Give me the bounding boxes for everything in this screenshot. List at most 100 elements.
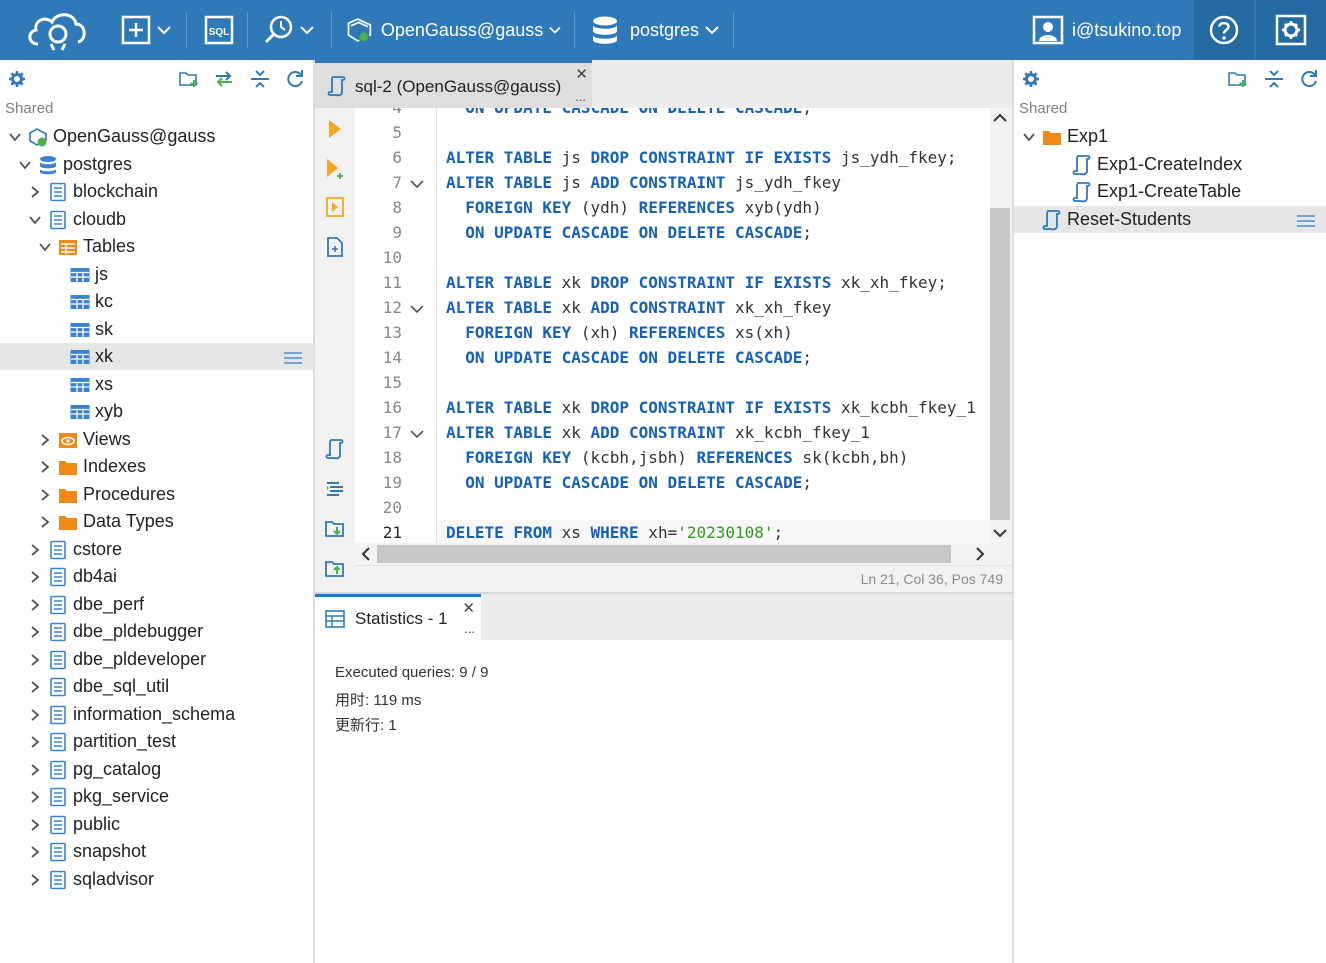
tree-schema-pg-catalog[interactable]: pg_catalog (0, 756, 313, 783)
tree-script-exp1-createtable[interactable]: Exp1-CreateTable (1014, 178, 1326, 205)
connection-selector[interactable]: OpenGauss@gauss (346, 0, 561, 60)
tree-toggle[interactable] (38, 240, 52, 254)
explain-plan-button[interactable] (324, 196, 346, 218)
tree-toggle[interactable] (28, 185, 42, 199)
new-script-folder-button[interactable] (1227, 68, 1249, 90)
tree-script-exp1-createindex[interactable]: Exp1-CreateIndex (1014, 151, 1326, 178)
help-button[interactable] (1194, 0, 1254, 60)
close-icon[interactable]: ✕ (462, 599, 475, 617)
code-line[interactable]: ALTER TABLE js ADD CONSTRAINT js_ydh_fke… (446, 170, 841, 195)
sql-editor[interactable]: 4 5 6 7 8 9 10 11 12 13 14 15 16 17 18 19 20 21 ON UPDATE… (315, 108, 1012, 592)
sql-editor-button[interactable]: SQL (203, 0, 237, 60)
code-line[interactable]: ON UPDATE CASCADE ON DELETE CASCADE; (446, 470, 812, 495)
tree-schema-db4ai[interactable]: db4ai (0, 563, 313, 590)
tree-schema-dbe-pldeveloper[interactable]: dbe_pldeveloper (0, 646, 313, 673)
database-selector[interactable]: postgres (590, 0, 725, 60)
tree-toggle[interactable] (8, 130, 22, 144)
execute-script-button[interactable] (324, 158, 346, 180)
code-line[interactable]: ON UPDATE CASCADE ON DELETE CASCADE; (446, 220, 812, 245)
vertical-scrollbar[interactable] (990, 108, 1012, 543)
collapse-all-button[interactable] (249, 68, 271, 90)
show-outline-button[interactable] (324, 478, 346, 500)
tree-table-xk[interactable]: xk (0, 343, 313, 370)
horizontal-scrollbar[interactable] (355, 543, 1012, 565)
new-connection-button[interactable] (120, 0, 176, 60)
tree-toggle[interactable] (18, 158, 32, 172)
tree-table-xs[interactable]: xs (0, 371, 313, 398)
chevron-left-icon[interactable] (361, 547, 371, 561)
tree-schema-information-schema[interactable]: information_schema (0, 701, 313, 728)
tree-toggle[interactable] (28, 213, 42, 227)
tree-schema-snapshot[interactable]: snapshot (0, 838, 313, 865)
tree-schema-pkg-service[interactable]: pkg_service (0, 783, 313, 810)
more-icon[interactable]: ... (464, 621, 475, 636)
tree-folder-data-types[interactable]: Data Types (0, 508, 313, 535)
execute-statement-button[interactable] (324, 118, 346, 140)
row-menu-button[interactable] (283, 349, 303, 370)
code-line[interactable]: ALTER TABLE js DROP CONSTRAINT IF EXISTS… (446, 145, 957, 170)
collapse-all-button[interactable] (1263, 68, 1285, 90)
tree-table-xyb[interactable]: xyb (0, 398, 313, 425)
tree-schema-dbe-pldebugger[interactable]: dbe_pldebugger (0, 618, 313, 645)
tree-toggle[interactable] (28, 598, 42, 612)
navigator-settings-button[interactable] (6, 68, 28, 90)
tree-toggle[interactable] (28, 845, 42, 859)
link-with-editor-button[interactable] (213, 68, 235, 90)
code-line[interactable]: ALTER TABLE xk ADD CONSTRAINT xk_kcbh_fk… (446, 420, 870, 445)
fold-toggle[interactable] (410, 301, 424, 319)
tree-schema-dbe-perf[interactable]: dbe_perf (0, 591, 313, 618)
tree-toggle[interactable] (28, 790, 42, 804)
tree-schema-partition-test[interactable]: partition_test (0, 728, 313, 755)
code-area[interactable]: ON UPDATE CASCADE ON DELETE CASCADE; ALTE… (437, 108, 990, 543)
tree-folder-procedures[interactable]: Procedures (0, 481, 313, 508)
refresh-button[interactable] (1298, 68, 1320, 90)
code-line[interactable]: FOREIGN KEY (xh) REFERENCES xs(xh) (446, 320, 793, 345)
tree-folder-tables[interactable]: Tables (0, 233, 313, 260)
tree-table-kc[interactable]: kc (0, 288, 313, 315)
save-script-button[interactable] (324, 438, 346, 460)
tree-toggle[interactable] (28, 625, 42, 639)
tree-toggle[interactable] (28, 680, 42, 694)
tree-schema-sqladvisor[interactable]: sqladvisor (0, 866, 313, 893)
tree-toggle[interactable] (38, 460, 52, 474)
tree-connection-opengauss[interactable]: OpenGauss@gauss (0, 123, 313, 150)
close-icon[interactable]: ✕ (575, 65, 588, 83)
tree-database-postgres[interactable]: postgres (0, 151, 313, 178)
fold-toggle[interactable] (410, 176, 424, 194)
tree-schema-dbe-sql-util[interactable]: dbe_sql_util (0, 673, 313, 700)
tree-folder-views[interactable]: Views (0, 426, 313, 453)
tab-statistics[interactable]: Statistics - 1 ✕ ... (315, 594, 481, 640)
tree-toggle[interactable] (38, 488, 52, 502)
row-menu-button[interactable] (1296, 212, 1316, 233)
refresh-button[interactable] (284, 68, 306, 90)
format-button[interactable] (324, 236, 346, 258)
code-line[interactable]: FOREIGN KEY (kcbh,jsbh) REFERENCES sk(kc… (446, 445, 908, 470)
code-line[interactable]: ON UPDATE CASCADE ON DELETE CASCADE; (446, 345, 812, 370)
tree-table-js[interactable]: js (0, 261, 313, 288)
tree-table-sk[interactable]: sk (0, 316, 313, 343)
tree-toggle[interactable] (38, 515, 52, 529)
horizontal-scroll-thumb[interactable] (377, 545, 951, 563)
tree-folder-exp1[interactable]: Exp1 (1014, 123, 1326, 150)
vertical-scroll-thumb[interactable] (990, 208, 1010, 520)
code-line[interactable]: DELETE FROM xs WHERE xh='20230108'; (437, 520, 990, 543)
tree-schema-cloudb[interactable]: cloudb (0, 206, 313, 233)
tree-script-reset-students[interactable]: Reset-Students (1014, 206, 1326, 233)
settings-button[interactable] (1256, 0, 1326, 60)
fold-toggle[interactable] (410, 426, 424, 444)
tree-toggle[interactable] (28, 735, 42, 749)
code-line[interactable]: ALTER TABLE xk ADD CONSTRAINT xk_xh_fkey (446, 295, 831, 320)
history-button[interactable] (262, 0, 318, 60)
chevron-up-icon[interactable] (993, 113, 1007, 123)
tree-toggle[interactable] (28, 708, 42, 722)
code-line[interactable]: ALTER TABLE xk DROP CONSTRAINT IF EXISTS… (446, 270, 947, 295)
tree-toggle[interactable] (28, 818, 42, 832)
new-folder-button[interactable] (178, 68, 200, 90)
import-button[interactable] (324, 518, 346, 540)
tab-sql-2[interactable]: sql-2 (OpenGauss@gauss) ✕ ... (315, 60, 592, 108)
chevron-right-icon[interactable] (975, 547, 985, 561)
user-menu[interactable]: i@tsukino.top (1032, 0, 1192, 60)
tree-toggle[interactable] (1022, 130, 1036, 144)
tree-schema-cstore[interactable]: cstore (0, 536, 313, 563)
tree-toggle[interactable] (28, 763, 42, 777)
